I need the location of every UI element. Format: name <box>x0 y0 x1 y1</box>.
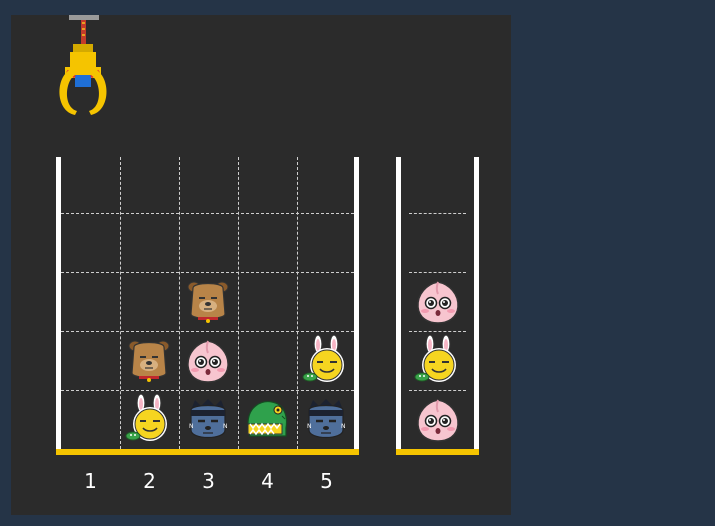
basket-slot-divider <box>409 213 466 214</box>
svg-text:N: N <box>189 423 194 430</box>
grid-left-wall <box>56 157 61 451</box>
grid-row-divider <box>61 213 354 214</box>
grid-row-divider <box>61 331 354 332</box>
crane-claw-icon <box>53 15 113 117</box>
grid-column-divider <box>179 157 180 449</box>
grid-column-divider <box>120 157 121 449</box>
basket-left-wall <box>396 157 401 451</box>
basket-slot-divider <box>409 331 466 332</box>
game-board: 1 2 3 4 5 N N N N <box>11 15 511 515</box>
doll-frodo-icon <box>124 335 174 385</box>
svg-text:N: N <box>307 423 312 430</box>
column-label-2: 2 <box>143 469 156 493</box>
doll-frodo-icon <box>183 276 233 326</box>
svg-text:N: N <box>223 423 228 430</box>
basket-doll-apeach-icon <box>413 394 463 444</box>
doll-neo-icon: N N <box>183 394 233 444</box>
column-label-4: 4 <box>261 469 274 493</box>
grid-row-divider <box>61 390 354 391</box>
doll-apeach-icon <box>183 335 233 385</box>
basket-doll-apeach-icon <box>413 276 463 326</box>
basket-slot-divider <box>409 272 466 273</box>
column-label-5: 5 <box>320 469 333 493</box>
grid-column-divider <box>297 157 298 449</box>
column-label-1: 1 <box>84 469 97 493</box>
doll-neo-icon: N N <box>301 394 351 444</box>
doll-muzi-icon <box>124 394 174 444</box>
grid-right-wall <box>354 157 359 451</box>
basket-right-wall <box>474 157 479 451</box>
svg-text:N: N <box>341 423 346 430</box>
doll-con-icon <box>242 394 292 444</box>
grid-column-divider <box>238 157 239 449</box>
grid-floor <box>56 449 359 455</box>
basket-floor <box>396 449 479 455</box>
basket-doll-muzi-icon <box>413 335 463 385</box>
column-label-3: 3 <box>202 469 215 493</box>
basket-slot-divider <box>409 390 466 391</box>
doll-muzi-icon <box>301 335 351 385</box>
grid-row-divider <box>61 272 354 273</box>
